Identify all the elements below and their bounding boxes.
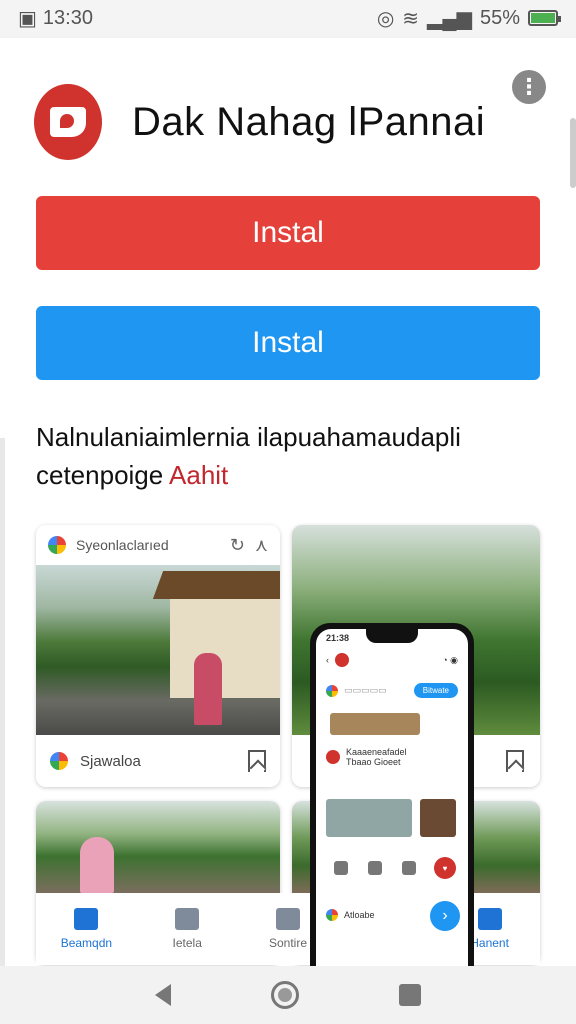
back-icon[interactable] (155, 984, 171, 1006)
page-edge (0, 438, 5, 966)
tab-label: Hanent (470, 936, 509, 950)
google-icon (326, 684, 338, 697)
phone-badge: ♥ (434, 857, 456, 879)
phone-list-sub: Tbaao Gioeet (346, 757, 401, 767)
signal-icon: ▂▄▆ (427, 7, 472, 30)
person-icon (275, 908, 300, 930)
google-icon (50, 752, 68, 770)
back-icon: ‹ (326, 655, 329, 665)
app-description: Nalnulaniaimlernia ilapuahamaudapli cete… (36, 418, 546, 494)
description-line-2: cetenpoige Aahit (36, 456, 546, 494)
phone-image-1 (326, 799, 412, 837)
app-title: Dak Nahag lPannai (132, 99, 486, 144)
card-footer-label: Sjawaloa (80, 752, 141, 770)
share-icon[interactable]: ⋏ (255, 535, 268, 556)
phone-mockup: 21:38 ‹ ◔ ◉ ▭▭▭▭▭ Bitwate Kaaaeneafadel … (310, 623, 474, 966)
phone-banner (330, 713, 420, 735)
phone-header: ‹ ◔ ◉ (326, 653, 458, 667)
battery-icon (528, 10, 561, 26)
person-shape (194, 653, 222, 725)
card-header: Syeonlaclarıed ↻ ⋏ (36, 525, 280, 565)
wifi-icon: ≋ (402, 7, 420, 30)
alarm-icon: ◎ (376, 7, 395, 30)
more-vert-icon[interactable]: ⋮ (512, 70, 546, 104)
house-shape (170, 593, 280, 698)
settings-icon: ◔ ◉ (442, 654, 458, 665)
tab-home[interactable]: Beamqdn (36, 893, 137, 965)
status-time: 13:30 (42, 6, 93, 29)
card-footer: Sjawaloa (36, 735, 280, 787)
app-detail-page: ⋮ Dak Nahag lPannai Instal Instal Nalnul… (0, 38, 576, 966)
phone-time: 21:38 (326, 633, 350, 643)
scrollbar[interactable] (570, 118, 576, 188)
description-line-1: Nalnulaniaimlernia ilapuahamaudapli (36, 422, 461, 452)
street-photo (36, 801, 280, 893)
tab-list[interactable]: Ietela (137, 893, 238, 965)
install-button-primary[interactable]: Instal (36, 196, 540, 270)
description-accent: Aahit (169, 460, 229, 490)
app-logo (34, 84, 102, 160)
app-logo (335, 653, 349, 667)
phone-search-row: ▭▭▭▭▭ Bitwate (326, 683, 458, 698)
bookmark-icon[interactable] (248, 750, 266, 772)
list-icon (175, 908, 200, 930)
screenshot-card-1[interactable]: Syeonlaclarıed ↻ ⋏ Sjawaloa (36, 525, 280, 787)
description-text: cetenpoige (36, 460, 170, 490)
phone-image-2 (420, 799, 456, 837)
leaf-icon (326, 909, 338, 921)
phone-list-item: Kaaaeneafadel Tbaao Gioeet (326, 747, 458, 767)
refresh-icon[interactable]: ↻ (230, 535, 245, 556)
system-nav-bar (0, 966, 576, 1024)
tab-label: Ietela (172, 936, 202, 950)
phone-fab-arrow-icon: › (430, 901, 460, 931)
app-logo (326, 750, 340, 764)
home-icon[interactable] (271, 981, 299, 1009)
google-icon (48, 536, 66, 554)
phone-list-title: Kaaaeneafadel (346, 747, 407, 757)
phone-screen: 21:38 ‹ ◔ ◉ ▭▭▭▭▭ Bitwate Kaaaeneafadel … (316, 629, 468, 966)
tab-label: Sontire (268, 936, 307, 950)
home-icon (74, 908, 99, 930)
app-header: Dak Nahag lPannai (34, 84, 485, 160)
tab-label: Beamqdn (60, 936, 113, 950)
gallery-icon: ▣ (18, 7, 37, 30)
folder-icon (477, 908, 502, 930)
phone-bottom-text: Atloabe (344, 910, 375, 920)
install-button-secondary[interactable]: Instal (36, 306, 540, 380)
bookmark-icon[interactable] (506, 750, 524, 772)
battery-percent: 55% (479, 6, 520, 29)
village-photo (36, 565, 280, 735)
card-header-title: Syeonlaclarıed (76, 537, 169, 553)
phone-pill-button: Bitwate (413, 683, 458, 698)
status-bar: ▣ 13:30 ◎ ≋ ▂▄▆ 55% (0, 0, 576, 36)
person-shape (80, 837, 114, 893)
phone-notch (366, 629, 418, 643)
recents-icon[interactable] (399, 984, 421, 1006)
